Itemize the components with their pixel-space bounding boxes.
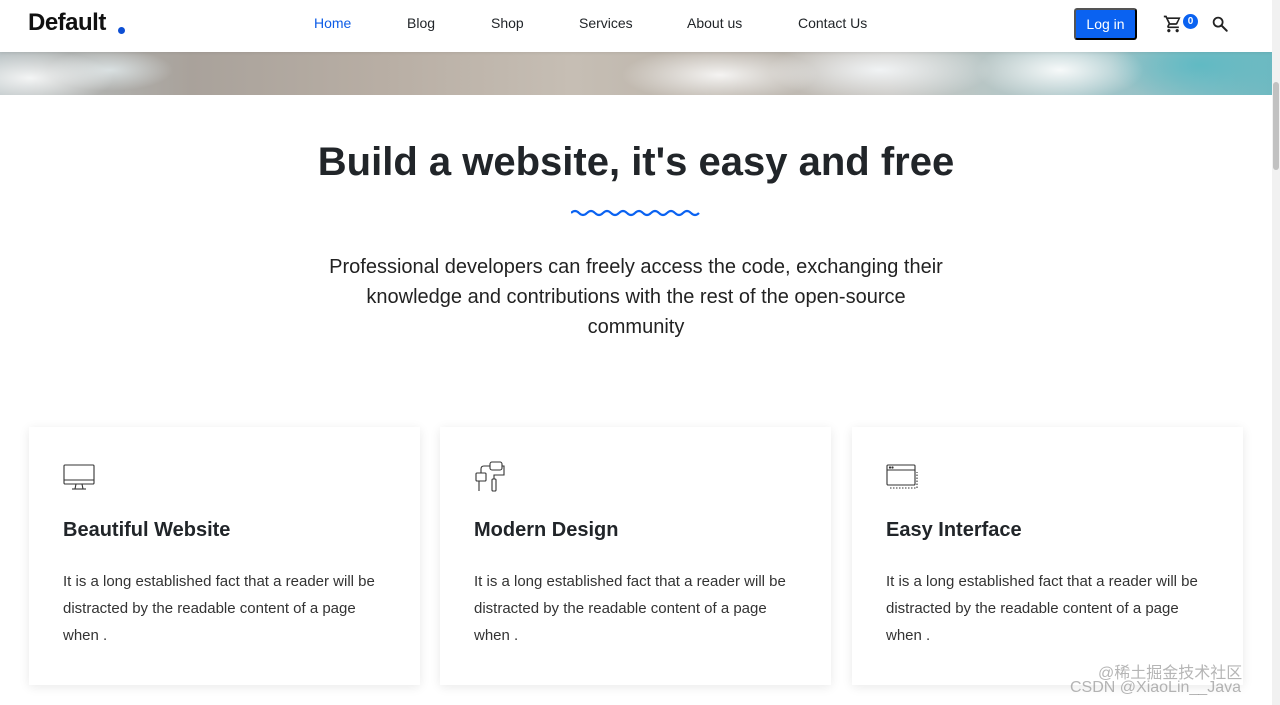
feature-text: It is a long established fact that a rea…	[886, 573, 1198, 644]
site-logo[interactable]: Default	[28, 9, 106, 37]
scrollbar-thumb[interactable]	[1273, 82, 1279, 170]
cart-count-badge: 0	[1183, 14, 1198, 29]
cart-icon[interactable]	[1163, 14, 1183, 34]
feature-card: Easy Interface It is a long established …	[852, 427, 1243, 685]
browser-window-icon	[886, 461, 918, 493]
intro-text: Professional developers can freely acces…	[329, 256, 943, 338]
nav-home[interactable]: Home	[314, 15, 351, 31]
feature-text: It is a long established fact that a rea…	[63, 573, 375, 644]
feature-card: Modern Design It is a long established f…	[440, 427, 831, 685]
nav-shop[interactable]: Shop	[491, 15, 524, 31]
paint-roller-icon	[474, 461, 506, 493]
wavy-divider-icon	[571, 209, 700, 217]
intro-title: Build a website, it's easy and free	[317, 140, 955, 184]
feature-text: It is a long established fact that a rea…	[474, 573, 786, 644]
site-header: Default Home Blog Shop Services About us…	[0, 0, 1272, 52]
nav-contact-us[interactable]: Contact Us	[798, 15, 867, 31]
page-scrollbar[interactable]	[1272, 0, 1280, 705]
nav-services[interactable]: Services	[579, 15, 633, 31]
nav-about-us[interactable]: About us	[687, 15, 742, 31]
feature-title: Easy Interface	[886, 519, 1022, 541]
login-button[interactable]: Log in	[1074, 8, 1137, 40]
logo-dot	[118, 27, 125, 34]
monitor-icon	[63, 461, 95, 493]
feature-title: Modern Design	[474, 519, 619, 541]
feature-card: Beautiful Website It is a long establish…	[29, 427, 420, 685]
search-icon[interactable]	[1211, 15, 1229, 33]
feature-title: Beautiful Website	[63, 519, 231, 541]
watermark-line-2: CSDN @XiaoLin__Java	[1070, 679, 1241, 696]
nav-blog[interactable]: Blog	[407, 15, 435, 31]
